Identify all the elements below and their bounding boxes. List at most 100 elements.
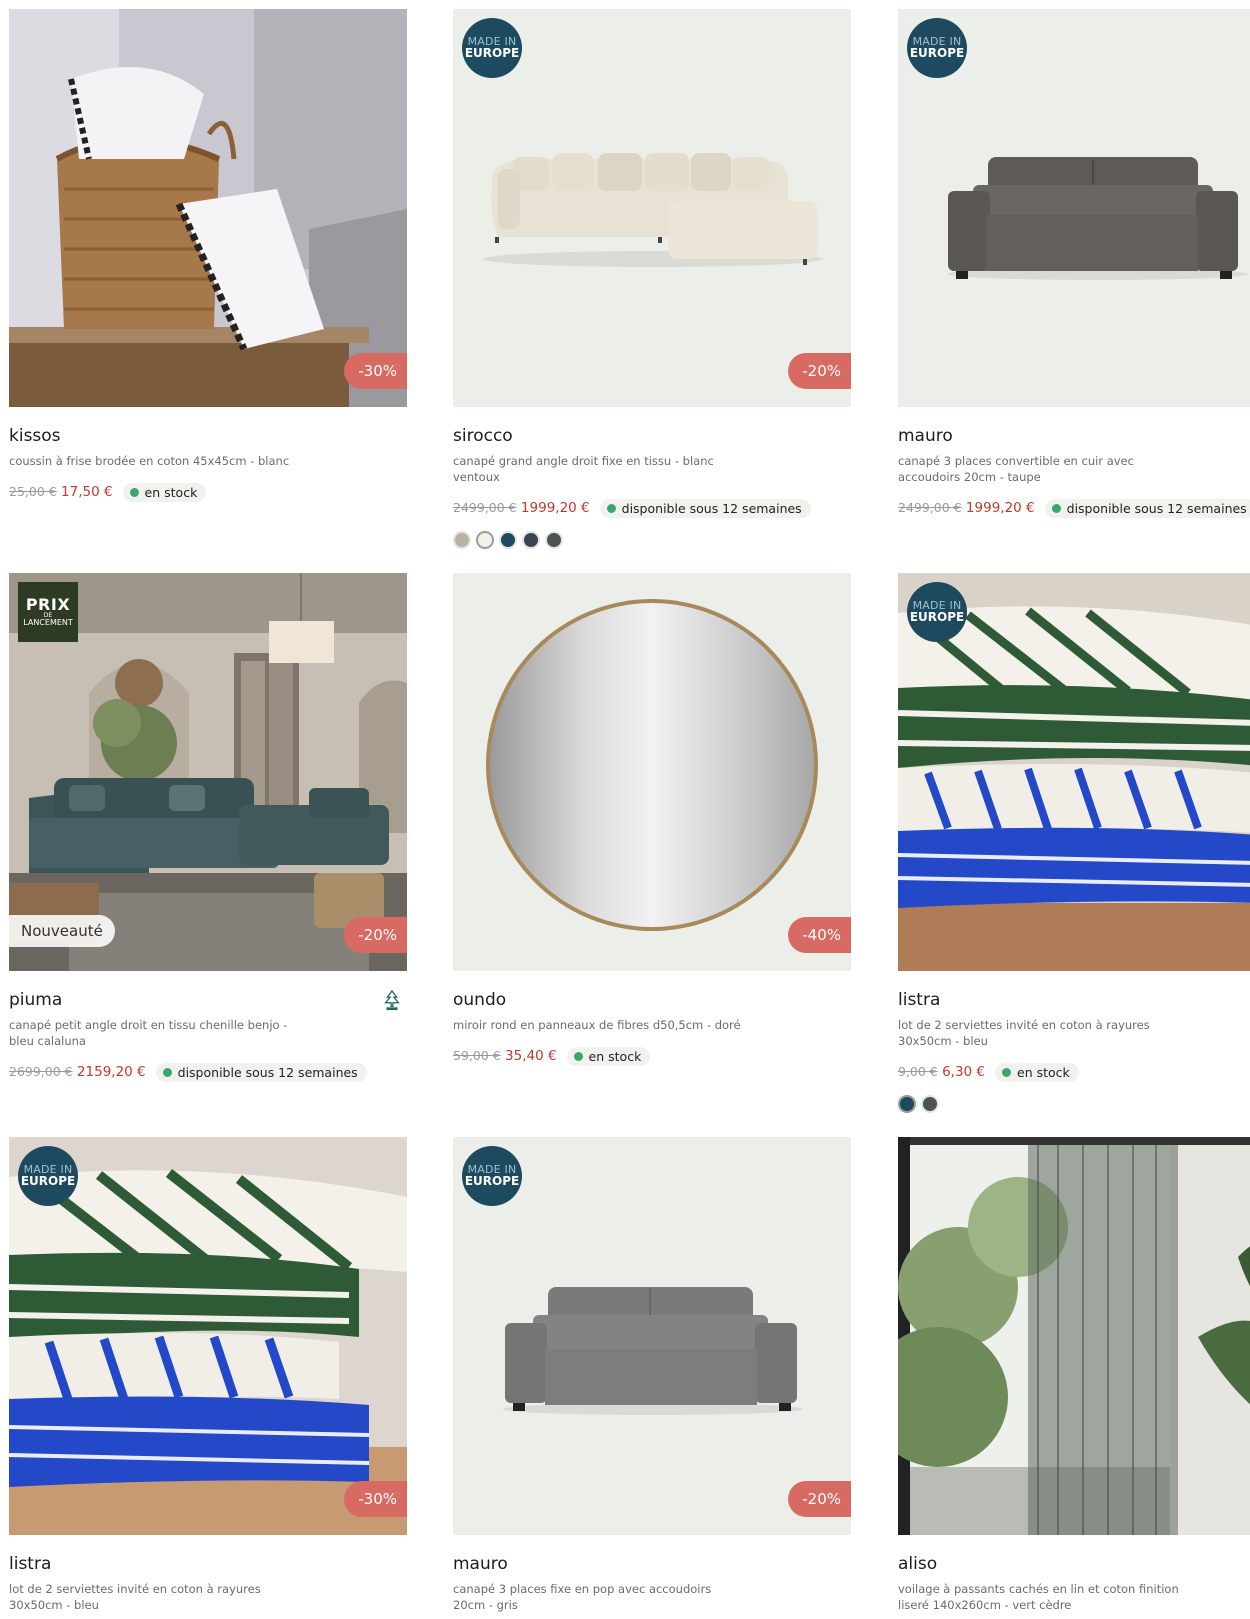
product-card-oundo[interactable]: -40% oundo miroir rond en panneaux de fi… — [453, 573, 851, 1067]
new-price: 2159,20 € — [76, 1064, 146, 1080]
old-price: 2499,00 € — [898, 500, 962, 515]
stock-label: en stock — [144, 484, 198, 500]
product-card-listra-2[interactable]: MADE IN EUROPE -30% listra lot de 2 serv… — [9, 1137, 407, 1613]
price-row: 25,00 € 17,50 € en stock — [9, 481, 407, 503]
product-title[interactable]: kissos — [9, 425, 407, 447]
product-image[interactable] — [898, 1137, 1250, 1535]
swatch-1[interactable] — [453, 531, 471, 549]
badge-line2: EUROPE — [20, 1174, 76, 1189]
product-grid: -30% kissos coussin à frise brodée en co… — [0, 0, 1250, 1619]
discount-badge: -30% — [344, 353, 407, 389]
stock-badge: en stock — [566, 1046, 651, 1066]
made-in-europe-badge: MADE IN EUROPE — [462, 1146, 522, 1206]
stock-label: disponible sous 12 semaines — [177, 1064, 358, 1080]
stock-dot-icon — [1051, 503, 1061, 513]
product-title[interactable]: listra — [898, 989, 1250, 1011]
stock-label: en stock — [588, 1048, 642, 1064]
old-price: 2499,00 € — [453, 500, 517, 515]
product-title[interactable]: mauro — [453, 1553, 851, 1575]
old-price: 2699,00 € — [9, 1064, 73, 1079]
discount-badge: -40% — [788, 917, 851, 953]
product-image[interactable]: MADE IN EUROPE -20% — [453, 9, 851, 407]
product-name[interactable]: kissos — [9, 426, 61, 446]
made-in-europe-badge: MADE IN EUROPE — [18, 1146, 78, 1206]
stock-badge: disponible sous 12 semaines — [1044, 498, 1250, 518]
product-image[interactable]: MADE IN EUROPE — [898, 573, 1250, 971]
stock-dot-icon — [573, 1051, 583, 1061]
product-image[interactable]: MADE IN EUROPE — [898, 9, 1250, 407]
price: 2499,00 € 1999,20 € — [453, 500, 590, 516]
product-name[interactable]: listra — [9, 1554, 51, 1574]
made-in-europe-badge: MADE IN EUROPE — [462, 18, 522, 78]
cushion-basket-photo — [9, 9, 407, 407]
product-card-listra[interactable]: MADE IN EUROPE listra lot de 2 serviette… — [898, 573, 1250, 1113]
product-name[interactable]: aliso — [898, 1554, 937, 1574]
old-price: 25,00 € — [9, 484, 57, 499]
price: 59,00 € 35,40 € — [453, 1048, 557, 1064]
price: 2699,00 € 2159,20 € — [9, 1064, 146, 1080]
discount-badge: -30% — [344, 1481, 407, 1517]
product-card-sirocco[interactable]: MADE IN EUROPE -20% sirocco canapé grand… — [453, 9, 851, 549]
price: 25,00 € 17,50 € — [9, 484, 113, 500]
launch-line1: PRIX — [25, 595, 71, 614]
product-title[interactable]: sirocco — [453, 425, 851, 447]
product-description: lot de 2 serviettes invité en coton à ra… — [898, 1018, 1150, 1048]
launch-price-badge: PRIX DE LANCEMENT — [18, 582, 78, 642]
new-price: 35,40 € — [505, 1048, 557, 1064]
product-title[interactable]: mauro — [898, 425, 1250, 447]
product-description: miroir rond en panneaux de fibres d50,5c… — [453, 1018, 741, 1032]
product-card-kissos[interactable]: -30% kissos coussin à frise brodée en co… — [9, 9, 407, 503]
made-in-europe-badge: MADE IN EUROPE — [907, 18, 967, 78]
price-row: 2499,00 € 1999,20 € disponible sous 12 s… — [898, 497, 1250, 519]
discount-badge: -20% — [788, 1481, 851, 1517]
color-swatches — [898, 1095, 1250, 1113]
badge-line2: EUROPE — [464, 1174, 520, 1189]
price-row: 2499,00 € 1999,20 € disponible sous 12 s… — [453, 497, 851, 519]
swatch-2[interactable] — [921, 1095, 939, 1113]
new-price: 17,50 € — [61, 484, 113, 500]
product-name[interactable]: mauro — [898, 426, 953, 446]
discount-badge: -20% — [344, 917, 407, 953]
product-card-piuma[interactable]: PRIX DE LANCEMENT Nouveauté -20% piuma c… — [9, 573, 407, 1083]
product-image[interactable]: PRIX DE LANCEMENT Nouveauté -20% — [9, 573, 407, 971]
new-price: 1999,20 € — [520, 500, 590, 516]
linen-curtain-photo — [898, 1137, 1250, 1535]
product-name[interactable]: oundo — [453, 990, 506, 1010]
swatch-5[interactable] — [545, 531, 563, 549]
new-badge: Nouveauté — [9, 915, 115, 947]
product-title[interactable]: piuma — [9, 989, 407, 1011]
product-image[interactable]: MADE IN EUROPE -30% — [9, 1137, 407, 1535]
product-image[interactable]: MADE IN EUROPE -20% — [453, 1137, 851, 1535]
product-name[interactable]: sirocco — [453, 426, 513, 446]
stock-badge: disponible sous 12 semaines — [155, 1062, 367, 1082]
swatch-4[interactable] — [522, 531, 540, 549]
product-description: coussin à frise brodée en coton 45x45cm … — [9, 454, 290, 468]
product-image[interactable]: -40% — [453, 573, 851, 971]
color-swatches — [453, 531, 851, 549]
stock-dot-icon — [162, 1067, 172, 1077]
product-card-mauro[interactable]: MADE IN EUROPE mauro canapé 3 places con… — [898, 9, 1250, 519]
product-name[interactable]: mauro — [453, 1554, 508, 1574]
product-title[interactable]: listra — [9, 1553, 407, 1575]
stock-badge: en stock — [995, 1062, 1079, 1082]
stock-badge: en stock — [122, 482, 207, 502]
price-row: 2699,00 € 2159,20 € disponible sous 12 s… — [9, 1061, 407, 1083]
product-card-aliso[interactable]: aliso voilage à passants cachés en lin e… — [898, 1137, 1250, 1613]
swatch-3[interactable] — [499, 531, 517, 549]
product-title[interactable]: aliso — [898, 1553, 1250, 1575]
swatch-2-selected[interactable] — [476, 531, 494, 549]
product-name[interactable]: piuma — [9, 990, 62, 1010]
stock-dot-icon — [129, 487, 139, 497]
stock-label: disponible sous 12 semaines — [621, 500, 802, 516]
product-card-mauro-2[interactable]: MADE IN EUROPE -20% mauro canapé 3 place… — [453, 1137, 851, 1613]
swatch-1-selected[interactable] — [898, 1095, 916, 1113]
product-name[interactable]: listra — [898, 990, 940, 1010]
product-title[interactable]: oundo — [453, 989, 851, 1011]
product-description: lot de 2 serviettes invité en coton à ra… — [9, 1582, 261, 1612]
badge-line2: EUROPE — [464, 46, 520, 61]
price: 9,00 € 6,30 € — [898, 1064, 985, 1080]
product-description: canapé petit angle droit en tissu chenil… — [9, 1018, 288, 1048]
product-image[interactable]: -30% — [9, 9, 407, 407]
stock-label: disponible sous 12 semaines — [1066, 500, 1247, 516]
stock-dot-icon — [1002, 1067, 1012, 1077]
